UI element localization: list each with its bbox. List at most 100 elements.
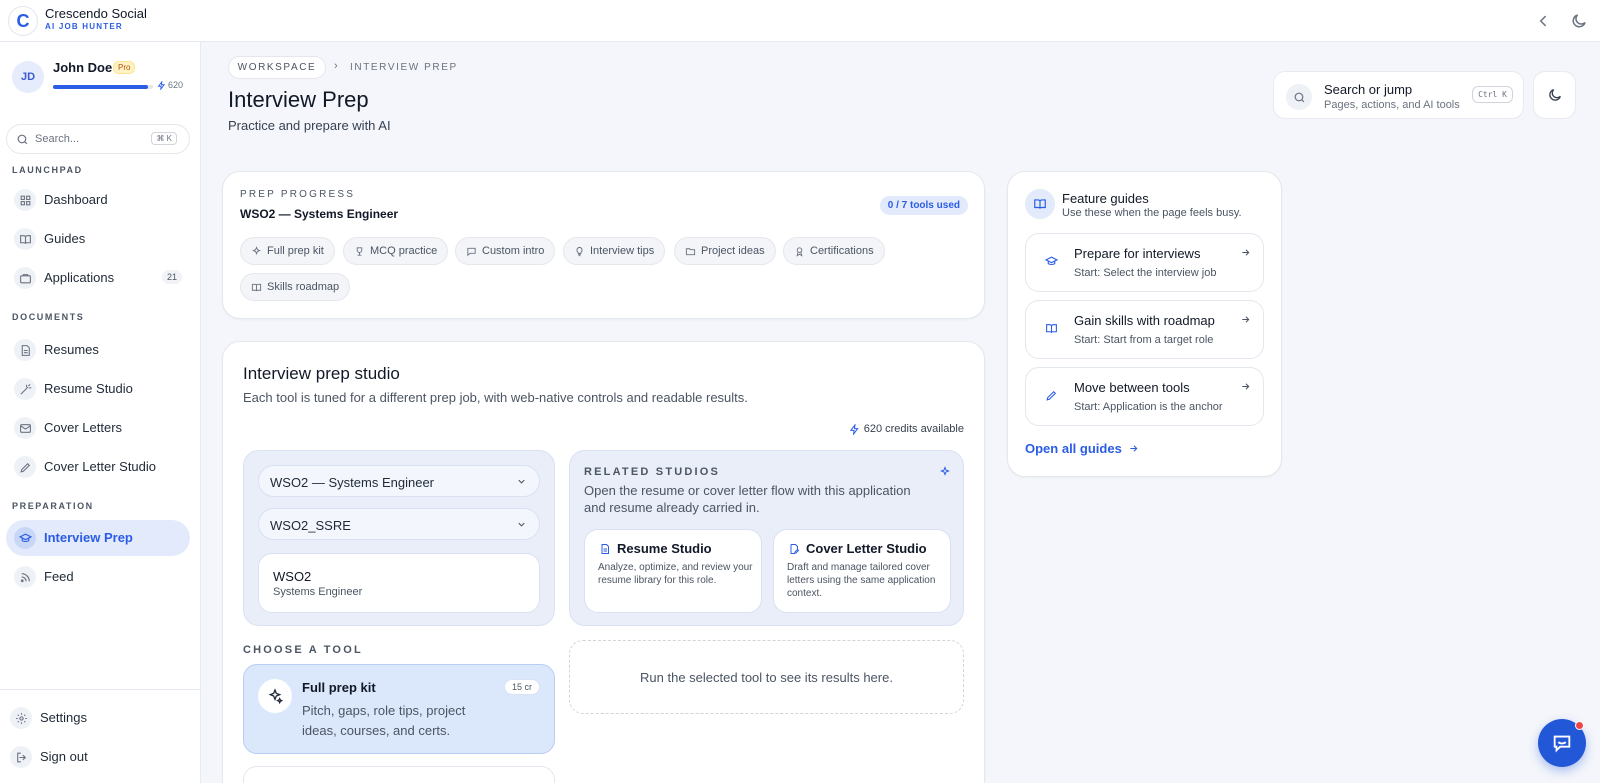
tool-description: Pitch, gaps, role tips, project ideas, c… (302, 703, 466, 738)
applications-count-badge: 21 (161, 270, 182, 284)
arrow-right-icon (1240, 314, 1251, 325)
file-icon (14, 339, 36, 361)
breadcrumb-workspace[interactable]: WORKSPACE (228, 56, 326, 79)
sidebar-item-label: Resume Studio (44, 381, 133, 396)
sidebar-item-interview-prep[interactable]: Interview Prep (6, 520, 190, 556)
resume-studio-heading: Resume Studio (599, 541, 712, 556)
sparkles-icon (252, 245, 261, 255)
tool-title: Full prep kit (302, 680, 376, 695)
section-preparation: PREPARATION (12, 501, 94, 511)
feature-guides-card: Feature guides Use these when the page f… (1007, 171, 1282, 477)
sidebar-item-cover-letter-studio[interactable]: Cover Letter Studio (6, 449, 190, 485)
job-select[interactable]: WSO2 — Systems Engineer (258, 465, 540, 497)
sidebar: JD John Doe Pro 620 Search... ⌘ K LAUNCH… (0, 42, 201, 783)
prep-progress-job: WSO2 — Systems Engineer (240, 207, 399, 221)
guide-title: Prepare for interviews (1074, 246, 1201, 261)
chevron-down-icon (516, 519, 527, 530)
app-name: Crescendo Social (45, 6, 147, 21)
book-icon (14, 228, 36, 250)
sidebar-item-label: Dashboard (44, 192, 108, 207)
chip-label: Skills roadmap (267, 281, 340, 293)
global-search-shortcut: Ctrl K (1472, 86, 1513, 103)
collapse-chevron-icon[interactable] (1534, 12, 1552, 30)
app-logo[interactable]: C (8, 6, 38, 36)
sidebar-item-applications[interactable]: Applications 21 (6, 260, 190, 296)
chip-custom-intro[interactable]: Custom intro (455, 237, 556, 265)
user-name: John Doe (53, 60, 113, 75)
feature-guides-title: Feature guides (1062, 191, 1149, 206)
sidebar-item-label: Applications (44, 270, 115, 285)
resume-select[interactable]: WSO2_SSRE (258, 508, 540, 540)
global-search-title: Search or jump (1324, 82, 1413, 97)
job-select-value: WSO2 — Systems Engineer (270, 475, 434, 490)
guide-move-between-tools[interactable]: Move between tools Start: Application is… (1025, 367, 1264, 426)
tool-cost-badge: 15 cr (503, 679, 540, 695)
chat-icon (1553, 735, 1571, 753)
sidebar-item-resumes[interactable]: Resumes (6, 332, 190, 368)
related-studios-label: RELATED STUDIOS (584, 466, 721, 478)
sidebar-item-guides[interactable]: Guides (6, 221, 190, 257)
chip-interview-tips[interactable]: Interview tips (563, 237, 666, 265)
sign-out-button[interactable]: Sign out (2, 739, 186, 775)
search-icon (1286, 84, 1312, 110)
sidebar-item-label: Guides (44, 231, 86, 246)
award-icon (796, 246, 803, 257)
chevron-down-icon (516, 476, 527, 487)
graduation-cap-icon (1040, 250, 1062, 272)
cover-letter-studio-link[interactable]: Cover Letter Studio Draft and manage tai… (773, 529, 951, 613)
chip-project-ideas[interactable]: Project ideas (674, 237, 776, 265)
sidebar-item-resume-studio[interactable]: Resume Studio (6, 371, 190, 407)
book-icon (1040, 317, 1062, 339)
theme-toggle-button[interactable] (1533, 71, 1576, 119)
credit-value: 620 (168, 80, 184, 90)
mail-icon (14, 417, 36, 439)
lightbulb-icon (576, 246, 583, 256)
sidebar-search-input[interactable]: Search... ⌘ K (6, 124, 190, 154)
file-edit-icon (790, 543, 800, 554)
settings-button[interactable]: Settings (2, 700, 186, 736)
chip-skills-roadmap[interactable]: Skills roadmap (240, 273, 351, 301)
guide-start: Start: Select the interview job (1074, 267, 1217, 279)
sidebar-item-cover-letters[interactable]: Cover Letters (6, 410, 190, 446)
search-placeholder: Search... (35, 133, 80, 145)
guide-gain-skills-with-roadmap[interactable]: Gain skills with roadmap Start: Start fr… (1025, 300, 1264, 359)
tool-next[interactable] (243, 766, 555, 783)
page-subtitle: Practice and prepare with AI (228, 118, 391, 133)
folder-icon (685, 247, 696, 255)
sidebar-divider (0, 689, 201, 690)
briefcase-icon (14, 267, 36, 289)
pen-icon (1040, 384, 1062, 406)
chip-mcq-practice[interactable]: MCQ practice (343, 237, 449, 265)
chip-full-prep-kit[interactable]: Full prep kit (240, 237, 335, 265)
sidebar-item-dashboard[interactable]: Dashboard (6, 182, 190, 218)
open-all-guides-link[interactable]: Open all guides (1025, 441, 1139, 456)
chip-label: MCQ practice (370, 245, 438, 257)
resume-studio-link[interactable]: Resume Studio Analyze, optimize, and rev… (584, 529, 762, 613)
job-company: WSO2 (273, 569, 312, 584)
tool-full-prep-kit[interactable]: Full prep kit Pitch, gaps, role tips, pr… (243, 664, 555, 754)
credit-progress-fill (53, 85, 148, 89)
search-icon (16, 133, 29, 146)
chip-label: Custom intro (482, 245, 545, 257)
chip-certifications[interactable]: Certifications (783, 237, 885, 265)
cover-letter-studio-heading: Cover Letter Studio (788, 541, 927, 556)
sidebar-item-feed[interactable]: Feed (6, 559, 190, 595)
grid-icon (14, 189, 36, 211)
sparkles-icon (258, 679, 292, 713)
theme-moon-icon[interactable] (1570, 12, 1588, 30)
wand-icon (14, 378, 36, 400)
user-profile[interactable]: JD John Doe Pro 620 (12, 60, 192, 96)
gear-icon (10, 707, 32, 729)
interview-prep-studio-card: Interview prep studio Each tool is tuned… (222, 341, 985, 783)
guide-start: Start: Start from a target role (1074, 334, 1214, 346)
arrow-right-icon (1240, 247, 1251, 258)
chat-support-button[interactable] (1538, 719, 1586, 767)
results-placeholder-text: Run the selected tool to see its results… (640, 669, 893, 685)
guide-prepare-for-interviews[interactable]: Prepare for interviews Start: Select the… (1025, 233, 1264, 292)
top-bar: C Crescendo Social AI JOB HUNTER (0, 0, 1600, 42)
chip-label: Project ideas (701, 245, 765, 257)
bolt-icon (157, 80, 166, 90)
notification-dot (1575, 721, 1584, 730)
credits-available: 620 credits available (849, 423, 964, 435)
global-search-button[interactable]: Search or jump Pages, actions, and AI to… (1273, 71, 1524, 119)
